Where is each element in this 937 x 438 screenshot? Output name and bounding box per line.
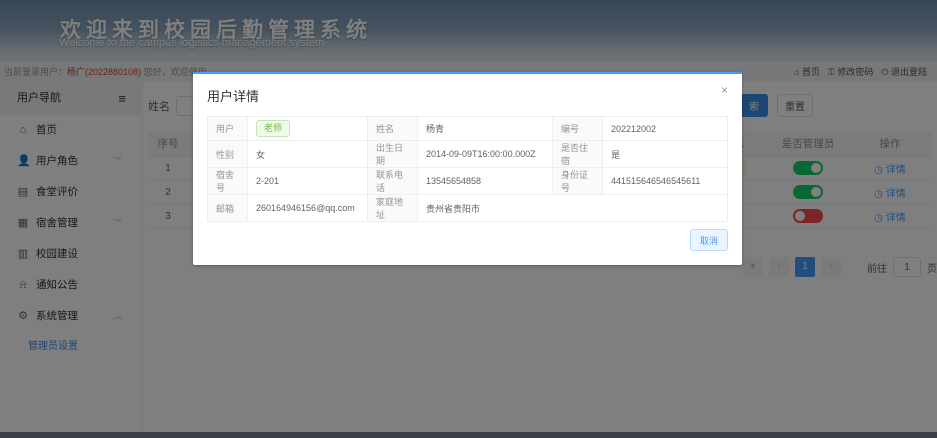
info-row: 邮箱 260164946156@qq.com 家庭地址 贵州省贵阳市 <box>207 194 728 222</box>
id-label: 编号 <box>552 116 603 141</box>
user-detail-dialog: 用户详情 × 用户 老师 姓名 杨青 编号 202212002 性别 女 出生日… <box>193 72 742 265</box>
info-row: 用户 老师 姓名 杨青 编号 202212002 <box>207 116 728 141</box>
user-type-tag: 老师 <box>256 120 291 137</box>
dorm-number-value: 2-201 <box>247 167 368 195</box>
gender-label: 性别 <box>207 140 248 168</box>
birth-date-label: 出生日期 <box>367 140 418 168</box>
taskbar-strip <box>0 432 937 438</box>
id-card-value: 441515646546545611 <box>602 167 728 195</box>
email-label: 邮箱 <box>207 194 248 222</box>
name-value: 杨青 <box>417 116 553 141</box>
dorm-number-label: 宿舍号 <box>207 167 248 195</box>
gender-value: 女 <box>247 140 368 168</box>
phone-value: 13545654858 <box>417 167 553 195</box>
is-boarding-value: 是 <box>602 140 728 168</box>
dialog-top-accent <box>193 72 742 74</box>
info-row: 性别 女 出生日期 2014-09-09T16:00:00.000Z 是否住宿 … <box>207 140 728 168</box>
address-label: 家庭地址 <box>367 194 418 222</box>
info-row: 宿舍号 2-201 联系电话 13545654858 身份证号 44151564… <box>207 167 728 195</box>
user-type-value: 老师 <box>247 116 368 141</box>
close-icon[interactable]: × <box>721 83 728 97</box>
name-label: 姓名 <box>367 116 418 141</box>
email-value: 260164946156@qq.com <box>247 194 368 222</box>
user-type-label: 用户 <box>207 116 248 141</box>
id-card-label: 身份证号 <box>552 167 603 195</box>
is-boarding-label: 是否住宿 <box>552 140 603 168</box>
phone-label: 联系电话 <box>367 167 418 195</box>
address-value: 贵州省贵阳市 <box>417 194 728 222</box>
cancel-button[interactable]: 取消 <box>690 229 728 251</box>
dialog-title: 用户详情 <box>207 89 260 104</box>
birth-date-value: 2014-09-09T16:00:00.000Z <box>417 140 553 168</box>
user-info-table: 用户 老师 姓名 杨青 编号 202212002 性别 女 出生日期 2014-… <box>207 116 728 222</box>
id-value: 202212002 <box>602 116 728 141</box>
